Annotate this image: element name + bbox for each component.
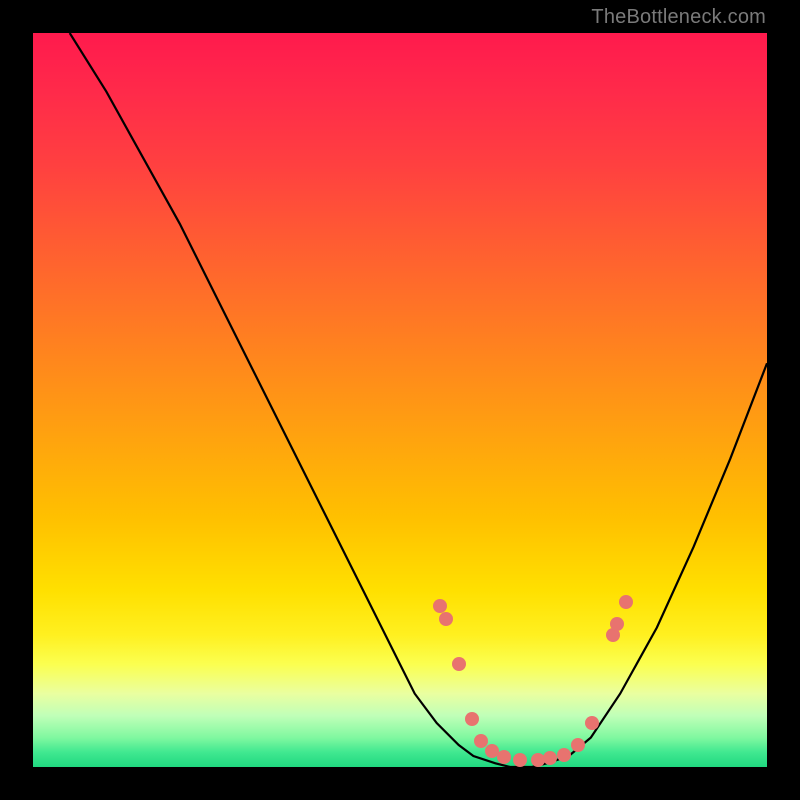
marker-dot — [439, 612, 453, 626]
marker-dot — [452, 657, 466, 671]
marker-dot — [497, 750, 511, 764]
marker-dot — [557, 748, 571, 762]
marker-dot — [433, 599, 447, 613]
marker-dot — [585, 716, 599, 730]
attribution-text: TheBottleneck.com — [591, 6, 766, 29]
marker-dot — [619, 595, 633, 609]
marker-dot — [543, 751, 557, 765]
marker-dot — [513, 753, 527, 767]
marker-dot — [465, 712, 479, 726]
marker-dot — [571, 738, 585, 752]
heat-gradient-background — [33, 33, 767, 767]
chart-plot-area — [33, 33, 767, 767]
marker-dot — [610, 617, 624, 631]
